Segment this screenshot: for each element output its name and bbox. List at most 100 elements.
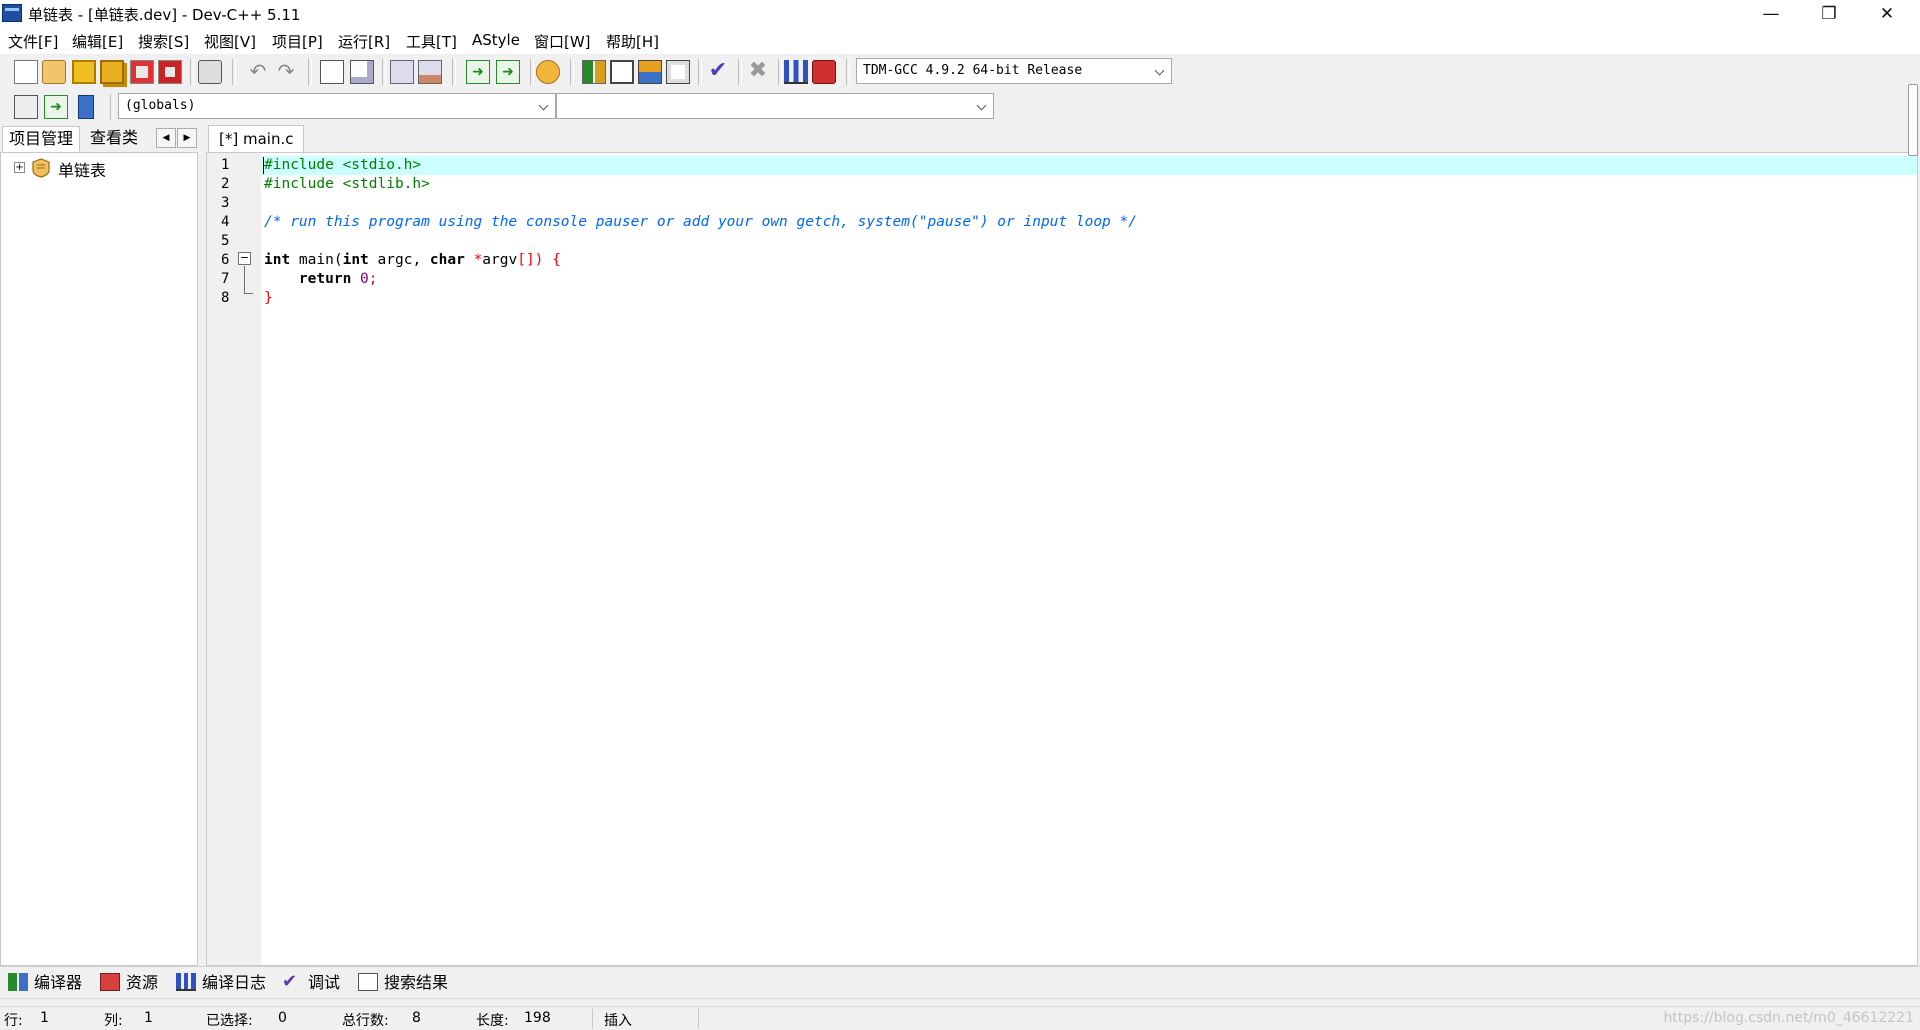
status-total-lines-value: 8 xyxy=(412,1010,421,1026)
tab-compile-log[interactable]: 编译日志 xyxy=(176,971,266,995)
tab-compiler[interactable]: 编译器 xyxy=(8,971,82,995)
minimize-button[interactable]: — xyxy=(1742,0,1800,28)
menu-edit[interactable]: 编辑[E] xyxy=(72,31,123,52)
scrollbar-thumb[interactable] xyxy=(1908,84,1918,156)
rebuild-all-icon[interactable] xyxy=(666,60,690,84)
menu-bar: 文件[F] 编辑[E] 搜索[S] 视图[V] 项目[P] 运行[R] 工具[T… xyxy=(0,28,1920,54)
status-selection-value: 0 xyxy=(278,1010,287,1026)
profile-chart-icon[interactable] xyxy=(784,60,808,84)
menu-run[interactable]: 运行[R] xyxy=(338,31,390,52)
bottom-panel-tabs: 编译器 资源 编译日志 ✔ 调试 搜索结果 xyxy=(0,966,1920,998)
toolbar-separator xyxy=(698,59,702,85)
delete-profile-icon[interactable] xyxy=(812,60,836,84)
print-icon[interactable] xyxy=(198,60,222,84)
status-row-label: 行: xyxy=(4,1013,23,1029)
scope-select[interactable]: (globals) xyxy=(118,93,556,119)
tab-main-c[interactable]: [*] main.c xyxy=(208,125,305,153)
code-editor[interactable] xyxy=(206,152,1918,966)
toolbar-separator xyxy=(452,59,456,85)
tab-scroll-right-icon[interactable]: ▶ xyxy=(177,128,197,148)
symbol: ; xyxy=(368,271,378,287)
replace-icon[interactable] xyxy=(350,60,374,84)
toolbar-separator xyxy=(570,59,574,85)
status-length-label: 长度: xyxy=(476,1013,509,1029)
menu-file[interactable]: 文件[F] xyxy=(8,31,58,52)
find-icon[interactable] xyxy=(320,60,344,84)
code-line-7: return 0; xyxy=(264,271,378,287)
line-number: 3 xyxy=(221,195,230,211)
code-text: main( xyxy=(290,252,343,268)
tab-scroll-left-icon[interactable]: ◀ xyxy=(156,128,176,148)
menu-search[interactable]: 搜索[S] xyxy=(138,31,189,52)
tab-compiler-label: 编译器 xyxy=(34,973,83,992)
bottom-panel-splitter[interactable] xyxy=(0,998,1920,1006)
tab-resources-label: 资源 xyxy=(126,973,159,992)
status-row-value: 1 xyxy=(40,1010,49,1026)
save-icon[interactable] xyxy=(72,60,96,84)
tab-search-results-label: 搜索结果 xyxy=(384,973,449,992)
fold-collapse-icon[interactable]: − xyxy=(238,252,251,265)
resources-icon xyxy=(100,972,120,991)
class-browser-toolbar: ➜ (globals) xyxy=(0,89,1920,124)
unindent-icon[interactable] xyxy=(418,60,442,84)
code-line-1: #include <stdio.h> xyxy=(264,157,422,173)
line-number: 5 xyxy=(221,233,230,249)
tab-debug[interactable]: ✔ 调试 xyxy=(282,971,340,995)
close-button[interactable]: ✕ xyxy=(1858,0,1916,28)
tree-item-project[interactable]: 单链表 xyxy=(58,157,106,181)
keyword: char xyxy=(429,252,465,268)
line-number: 8 xyxy=(221,290,230,306)
indent-icon[interactable] xyxy=(390,60,414,84)
goto-prev-icon[interactable]: ➜ xyxy=(496,60,520,84)
fold-guide xyxy=(244,266,245,294)
new-file-icon[interactable] xyxy=(14,60,38,84)
tab-search-results[interactable]: 搜索结果 xyxy=(358,971,448,995)
chevron-down-icon xyxy=(975,94,989,118)
line-number: 4 xyxy=(221,214,230,230)
syntax-check-icon[interactable]: ✔ xyxy=(706,60,730,84)
menu-view[interactable]: 视图[V] xyxy=(204,31,256,52)
menu-tools[interactable]: 工具[T] xyxy=(406,31,457,52)
toolbar-separator xyxy=(308,59,312,85)
status-length-value: 198 xyxy=(524,1010,551,1026)
menu-astyle[interactable]: AStyle xyxy=(472,31,520,49)
insert-icon[interactable] xyxy=(14,95,38,119)
tab-compile-log-label: 编译日志 xyxy=(202,973,267,992)
stop-execution-icon[interactable]: ✖ xyxy=(746,60,770,84)
save-all-icon[interactable] xyxy=(100,60,124,84)
toolbar-separator xyxy=(382,59,386,85)
goto-next-icon[interactable]: ➜ xyxy=(466,60,490,84)
status-col-label: 列: xyxy=(104,1013,123,1029)
tab-resources[interactable]: 资源 xyxy=(100,971,158,995)
search-results-icon xyxy=(358,972,378,991)
undo-icon[interactable]: ↶ xyxy=(246,60,270,84)
tab-project-manager[interactable]: 项目管理 xyxy=(2,126,81,152)
tree-expand-icon[interactable]: + xyxy=(14,162,25,173)
run-icon[interactable] xyxy=(610,60,634,84)
project-tree-panel xyxy=(0,152,198,966)
close-all-icon[interactable] xyxy=(158,60,182,84)
member-select[interactable] xyxy=(556,93,994,119)
chevron-down-icon xyxy=(537,94,551,118)
menu-help[interactable]: 帮助[H] xyxy=(606,31,659,52)
restore-button[interactable]: ❐ xyxy=(1800,0,1858,28)
tab-class-browser[interactable]: 查看类 xyxy=(84,126,144,152)
scope-select-value: (globals) xyxy=(125,98,196,113)
toggle-bookmark-icon[interactable] xyxy=(78,95,94,119)
compile-icon[interactable] xyxy=(582,60,606,84)
menu-window[interactable]: 窗口[W] xyxy=(534,31,591,52)
compiler-select[interactable]: TDM-GCC 4.9.2 64-bit Release xyxy=(856,58,1172,84)
watermark-text: https://blog.csdn.net/m0_46612221 xyxy=(1663,1010,1914,1026)
compile-run-icon[interactable] xyxy=(638,60,662,84)
goto-line-icon[interactable]: ➜ xyxy=(44,95,68,119)
menu-project[interactable]: 项目[P] xyxy=(272,31,323,52)
redo-icon[interactable]: ↷ xyxy=(274,60,298,84)
left-panel-tabs: 项目管理 查看类 ◀ ▶ xyxy=(0,124,202,152)
bookmark-icon[interactable] xyxy=(536,60,560,84)
close-file-icon[interactable] xyxy=(130,60,154,84)
open-project-icon[interactable] xyxy=(42,60,66,84)
text-caret xyxy=(263,157,264,174)
keyword: int xyxy=(342,252,369,268)
